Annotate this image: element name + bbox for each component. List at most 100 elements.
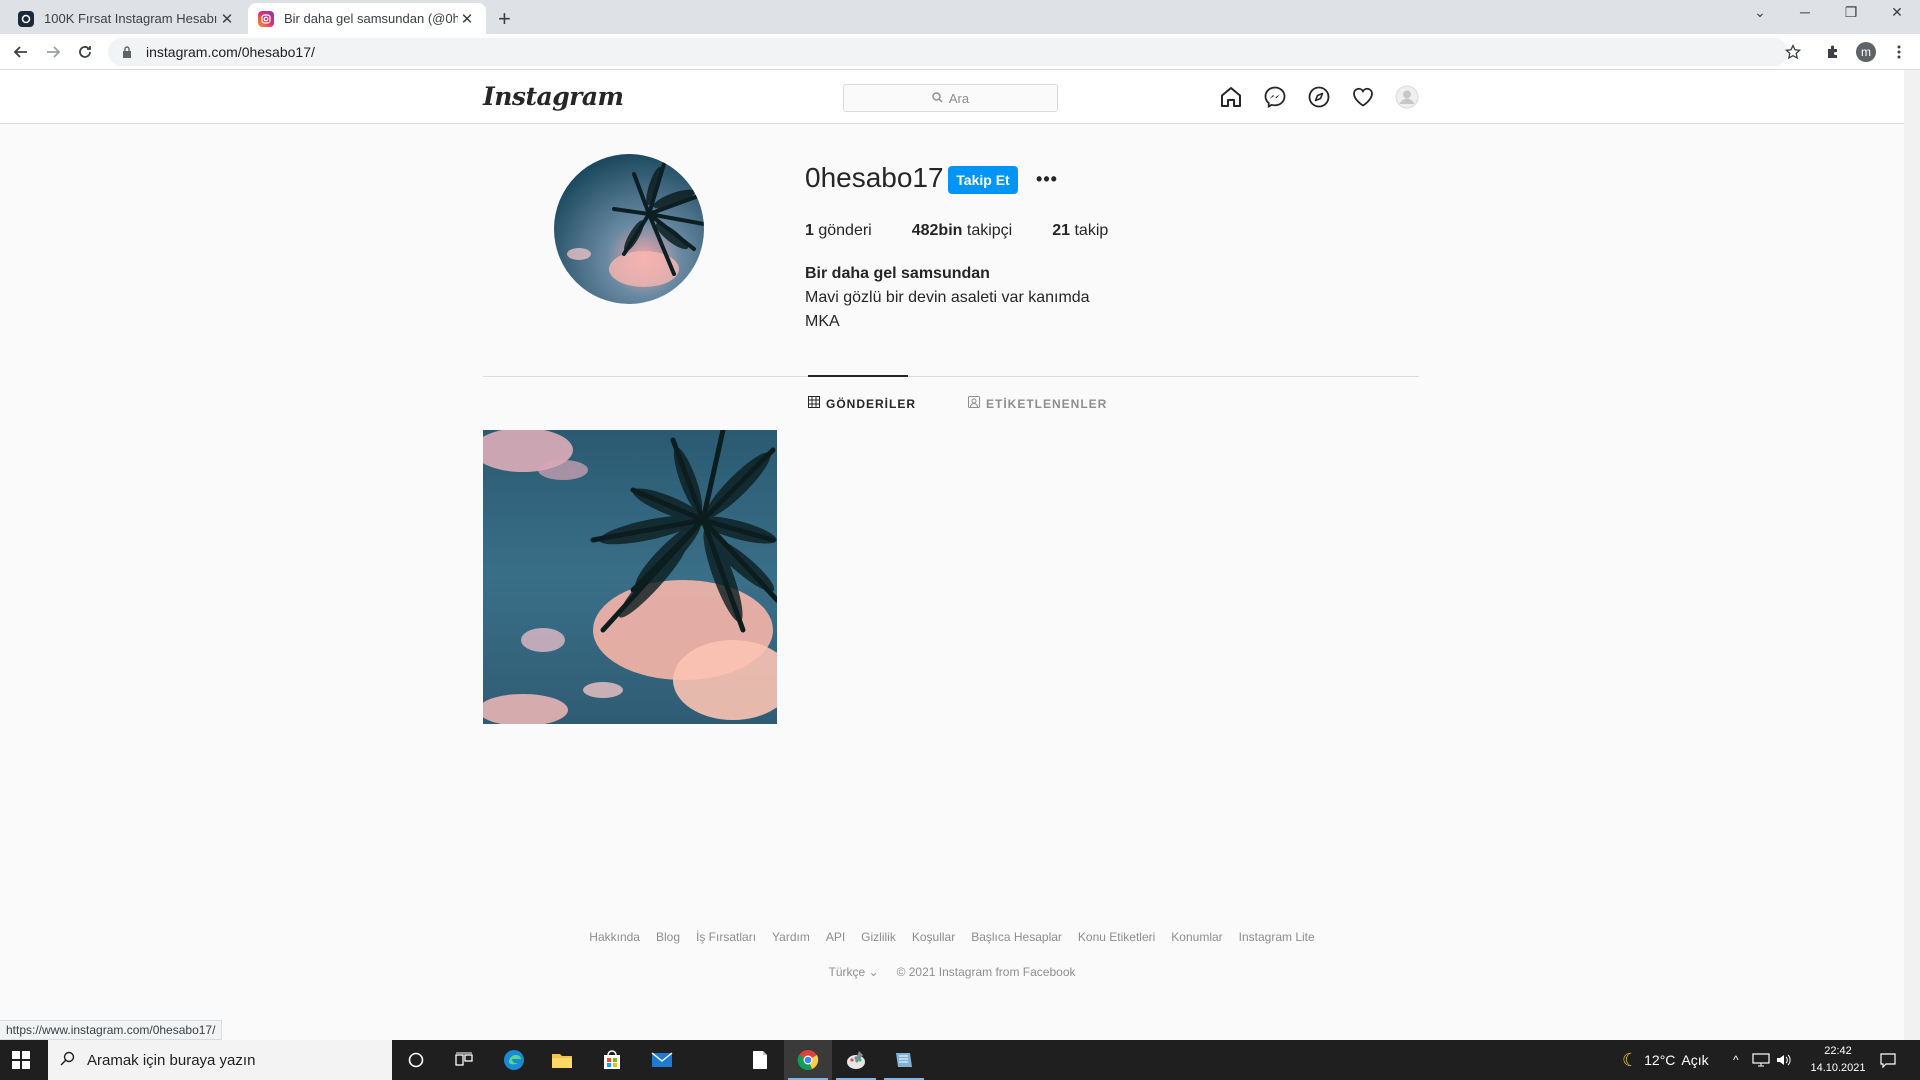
weather-text: Açık (1681, 1052, 1709, 1068)
weather-temp: 12°C (1644, 1052, 1676, 1068)
taskbar-search-placeholder: Aramak için buraya yazın (87, 1051, 256, 1069)
bio-line: Mavi gözlü bir devin asaleti var kanımda (805, 289, 1090, 306)
footer-link[interactable]: Başlıca Hesaplar (971, 930, 1062, 944)
instagram-favicon-icon (258, 10, 274, 27)
tray-chevron-icon[interactable]: ^ (1733, 1040, 1739, 1080)
store-icon[interactable] (600, 1048, 624, 1072)
bio-display-name: Bir daha gel samsundan (805, 265, 990, 282)
browser-profile-avatar[interactable]: m (1856, 42, 1876, 62)
footer-link[interactable]: İş Fırsatları (696, 930, 756, 944)
user-avatar-icon[interactable] (1394, 84, 1420, 110)
home-icon[interactable] (1218, 84, 1244, 110)
footer-link[interactable]: Blog (656, 930, 680, 944)
explore-icon[interactable] (1306, 84, 1332, 110)
lock-icon (122, 46, 136, 58)
more-options-button[interactable]: ••• (1034, 166, 1060, 192)
footer-link[interactable]: Yardım (772, 930, 810, 944)
search-input[interactable]: Ara (843, 84, 1058, 112)
restore-icon[interactable]: ❐ (1836, 4, 1866, 21)
post-thumbnail[interactable] (483, 430, 777, 724)
messenger-icon[interactable] (1262, 84, 1288, 110)
browser-toolbar: instagram.com/0hesabo17/ m (0, 34, 1920, 70)
weather-widget[interactable]: ☾ 12°C Açık (1622, 1040, 1709, 1080)
tab-posts[interactable]: GÖNDERİLER (808, 396, 916, 411)
app-icon[interactable] (892, 1048, 916, 1072)
browser-menu-icon[interactable] (1888, 41, 1910, 63)
tab-search-icon[interactable]: ⌄ (1745, 4, 1775, 21)
tab-title: Bir daha gel samsundan (@0hesa (284, 11, 458, 26)
language-label: Türkçe (828, 965, 866, 979)
notification-icon[interactable] (1880, 1040, 1896, 1080)
mail-icon[interactable] (650, 1048, 674, 1072)
active-tab-indicator (808, 375, 908, 377)
profile-bio: Bir daha gel samsundan Mavi gözlü bir de… (805, 262, 1090, 334)
volume-icon[interactable] (1776, 1040, 1792, 1080)
tab-tagged[interactable]: ETİKETLENENLER (968, 396, 1107, 411)
forward-icon[interactable] (42, 41, 64, 63)
paint-icon[interactable] (844, 1048, 868, 1072)
footer-link[interactable]: Konumlar (1171, 930, 1222, 944)
link-status-bubble: https://www.instagram.com/0hesabo17/ (0, 1020, 223, 1040)
footer-bottom: Türkçe ⌄ © 2021 Instagram from Facebook (0, 965, 1904, 979)
extensions-icon[interactable] (1822, 41, 1844, 63)
browser-tab-inactive[interactable]: 100K Fırsat Instagram Hesabı | İt ✕ (8, 3, 246, 34)
language-select[interactable]: Türkçe ⌄ (828, 965, 878, 979)
windows-start-icon[interactable] (12, 1051, 30, 1069)
tab-favicon-icon (18, 10, 34, 27)
footer-link[interactable]: Gizlilik (861, 930, 896, 944)
profile-username: 0hesabo17 (805, 162, 944, 193)
bookmark-star-icon[interactable] (1782, 41, 1804, 63)
instagram-logo[interactable]: Instagram (483, 82, 624, 111)
footer-links: Hakkında Blog İş Fırsatları Yardım API G… (0, 930, 1904, 944)
search-placeholder: Ara (948, 90, 970, 106)
follow-button[interactable]: Takip Et (948, 166, 1018, 194)
moon-icon: ☾ (1622, 1049, 1639, 1070)
page-scrollbar[interactable] (1904, 70, 1920, 1040)
cortana-icon[interactable] (404, 1048, 428, 1072)
chrome-icon[interactable] (796, 1048, 820, 1072)
following-stat[interactable]: 21 takip (1052, 222, 1108, 240)
bio-line: MKA (805, 313, 840, 330)
url-text: instagram.com/0hesabo17/ (146, 44, 315, 60)
edge-icon[interactable] (502, 1048, 526, 1072)
windows-taskbar: Aramak için buraya yazın ☾ 12°C Açık ^ 2… (0, 1040, 1920, 1080)
following-label: takip (1074, 222, 1109, 239)
file-explorer-icon[interactable] (550, 1048, 574, 1072)
footer-link[interactable]: API (826, 930, 845, 944)
browser-tab-active[interactable]: Bir daha gel samsundan (@0hesa ✕ (248, 3, 486, 34)
footer-link[interactable]: Hakkında (589, 930, 640, 944)
posts-count: 1 (805, 222, 814, 239)
followers-stat[interactable]: 482bin takipçi (912, 222, 1013, 240)
profile-avatar[interactable] (554, 154, 704, 304)
notepad-icon[interactable] (748, 1048, 772, 1072)
clock-date: 14.10.2021 (1810, 1062, 1866, 1074)
close-window-icon[interactable]: ✕ (1882, 4, 1912, 21)
profile-tabs-divider (483, 376, 1419, 377)
footer-link[interactable]: Instagram Lite (1239, 930, 1315, 944)
browser-tab-bar: 100K Fırsat Instagram Hesabı | İt ✕ Bir … (0, 0, 1920, 34)
followers-label: takipçi (966, 222, 1013, 239)
copyright-text: © 2021 Instagram from Facebook (896, 965, 1076, 979)
clock-time: 22:42 (1824, 1045, 1852, 1057)
reload-icon[interactable] (74, 41, 96, 63)
tab-tagged-label: ETİKETLENENLER (986, 396, 1108, 411)
task-view-icon[interactable] (452, 1048, 476, 1072)
taskbar-clock[interactable]: 22:42 14.10.2021 (1800, 1043, 1876, 1077)
activity-heart-icon[interactable] (1350, 84, 1376, 110)
network-icon[interactable] (1752, 1040, 1770, 1080)
grid-icon (808, 396, 820, 411)
back-icon[interactable] (10, 41, 32, 63)
footer-link[interactable]: Koşullar (912, 930, 955, 944)
address-bar[interactable]: instagram.com/0hesabo17/ (108, 38, 1788, 66)
tab-posts-label: GÖNDERİLER (826, 396, 917, 411)
new-tab-button[interactable]: + (498, 6, 511, 32)
tab-close-icon[interactable]: ✕ (458, 10, 476, 28)
instagram-header: Instagram Ara (0, 70, 1904, 124)
posts-label: gönderi (818, 222, 872, 239)
tagged-icon (968, 396, 980, 411)
tab-close-icon[interactable]: ✕ (218, 10, 236, 28)
footer-link[interactable]: Konu Etiketleri (1078, 930, 1155, 944)
chevron-down-icon: ⌄ (868, 965, 879, 979)
minimize-icon[interactable]: ─ (1790, 4, 1820, 20)
taskbar-search[interactable]: Aramak için buraya yazın (48, 1040, 392, 1080)
